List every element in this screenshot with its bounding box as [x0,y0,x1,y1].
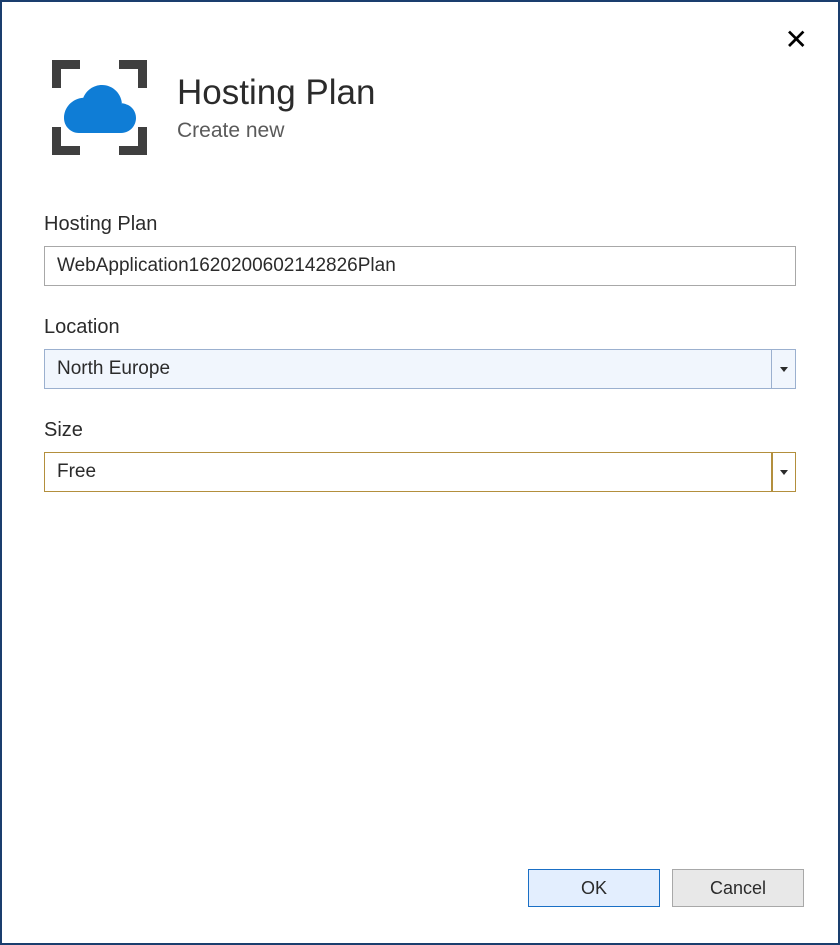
cloud-icon [64,83,136,133]
ok-button[interactable]: OK [528,869,660,907]
dialog-subtitle: Create new [177,119,375,143]
chevron-down-icon [780,470,788,475]
chevron-down-icon [780,367,788,372]
hosting-plan-dialog: ✕ Hosting Plan Create new Hosting Plan L… [0,0,840,945]
cancel-button[interactable]: Cancel [672,869,804,907]
location-field: Location North Europe [44,316,796,389]
location-select-arrow-button[interactable] [772,349,796,389]
location-select-value: North Europe [44,349,772,389]
dialog-form: Hosting Plan Location North Europe Size … [2,185,838,869]
hosting-plan-field: Hosting Plan [44,213,796,286]
hosting-plan-input[interactable] [44,246,796,286]
location-select[interactable]: North Europe [44,349,796,389]
dialog-header: Hosting Plan Create new [2,2,838,185]
size-field: Size Free [44,419,796,492]
size-select-value: Free [44,452,772,492]
dialog-header-text: Hosting Plan Create new [177,73,375,143]
hosting-plan-label: Hosting Plan [44,213,796,236]
close-icon: ✕ [785,24,808,55]
dialog-footer: OK Cancel [2,869,838,943]
dialog-title: Hosting Plan [177,73,375,113]
size-select[interactable]: Free [44,452,796,492]
hosting-plan-icon [52,60,147,155]
location-label: Location [44,316,796,339]
close-button[interactable]: ✕ [785,26,808,54]
size-label: Size [44,419,796,442]
size-select-arrow-button[interactable] [772,452,796,492]
